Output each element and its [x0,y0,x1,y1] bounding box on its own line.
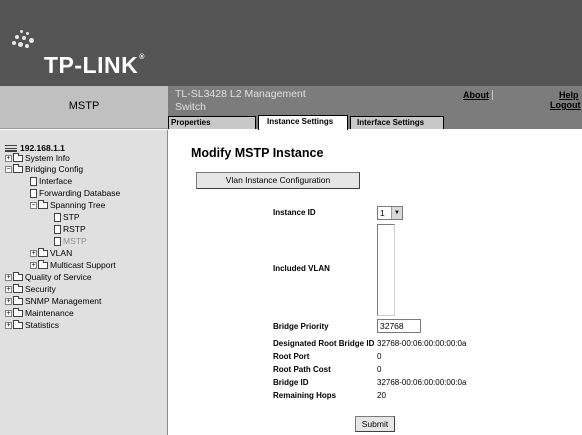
remaining-hops-label: Remaining Hops [273,391,337,400]
expand-icon[interactable]: + [30,250,37,258]
expand-icon[interactable]: + [5,274,12,282]
pc-icon [5,145,17,153]
root-port-value: 0 [377,352,382,361]
tree-item-snmp-management[interactable]: + SNMP Management [5,296,101,307]
folder-icon [13,164,23,174]
link-separator [492,90,493,100]
root-path-cost-value: 0 [377,365,382,374]
included-vlan-listbox[interactable] [377,224,395,316]
expand-icon[interactable]: + [5,310,12,318]
logo-dots-icon [12,30,38,52]
tree-item-bridging-config[interactable]: − Bridging Config [5,164,83,175]
logout-link[interactable]: Logout [550,100,581,110]
product-title: TL-SL3428 L2 Management Switch [175,88,306,113]
collapse-icon[interactable]: − [30,202,37,210]
designated-root-bridge-id-value: 32768-00:06:00:00:00:0a [377,339,467,348]
document-icon [54,213,61,223]
submit-button[interactable]: Submit [355,416,395,432]
instance-id-select[interactable]: 1 ▼ [377,206,403,220]
expand-icon[interactable]: + [5,155,12,163]
folder-icon [13,284,23,294]
folder-icon [38,248,48,258]
tree-item-spanning-tree[interactable]: − Spanning Tree [30,200,105,211]
expand-icon[interactable]: + [5,286,12,294]
folder-icon [38,260,48,270]
root-port-label: Root Port [273,352,310,361]
tab-properties[interactable]: Properties [168,116,256,129]
instance-id-value: 1 [380,208,385,218]
tree-item-statistics[interactable]: + Statistics [5,320,59,331]
tree-item-interface[interactable]: Interface [30,176,72,187]
bridge-priority-input[interactable] [377,319,421,333]
expand-icon[interactable]: + [5,322,12,330]
about-link[interactable]: About [463,90,489,100]
folder-icon [13,308,23,318]
designated-root-bridge-id-label: Designated Root Bridge ID [273,339,375,348]
document-icon [54,225,61,235]
tab-interface-settings[interactable]: Interface Settings [350,116,444,129]
expand-icon[interactable]: + [5,298,12,306]
expand-icon[interactable]: + [30,262,37,270]
document-icon [30,189,37,199]
tree-item-mstp[interactable]: MSTP [54,236,87,247]
tree-item-system-info[interactable]: + System Info [5,153,70,164]
folder-icon [38,200,48,210]
tree-item-forwarding-database[interactable]: Forwarding Database [30,188,120,199]
tree-item-multicast-support[interactable]: + Multicast Support [30,260,116,271]
top-banner: TP-LINK® [0,0,582,86]
logo: TP-LINK® [44,52,145,78]
dropdown-arrow-icon[interactable]: ▼ [391,207,402,219]
collapse-icon[interactable]: − [5,166,12,174]
folder-icon [13,153,23,163]
instance-id-label: Instance ID [273,208,316,217]
remaining-hops-value: 20 [377,391,386,400]
tree-item-maintenance[interactable]: + Maintenance [5,308,74,319]
help-link[interactable]: Help [559,90,579,100]
navigation-tree: 192.168.1.1 + System Info − Bridging Confi… [0,130,168,435]
folder-icon [13,272,23,282]
bridge-priority-label: Bridge Priority [273,322,329,331]
tab-instance-settings[interactable]: Instance Settings [258,115,348,130]
bridge-id-label: Bridge ID [273,378,309,387]
tree-item-stp[interactable]: STP [54,212,80,223]
tree-item-quality-of-service[interactable]: + Quality of Service [5,272,92,283]
folder-icon [13,320,23,330]
included-vlan-label: Included VLAN [273,264,330,273]
section-title: MSTP [0,86,168,129]
root-path-cost-label: Root Path Cost [273,365,331,374]
document-icon [30,177,37,187]
folder-icon [13,296,23,306]
tree-item-security[interactable]: + Security [5,284,56,295]
page-title: Modify MSTP Instance [191,146,324,160]
tree-item-vlan[interactable]: + VLAN [30,248,72,259]
tree-item-rstp[interactable]: RSTP [54,224,86,235]
document-icon [54,237,61,247]
bridge-id-value: 32768-00:06:00:00:00:0a [377,378,467,387]
vlan-instance-configuration-button[interactable]: Vlan Instance Configuration [196,172,360,189]
